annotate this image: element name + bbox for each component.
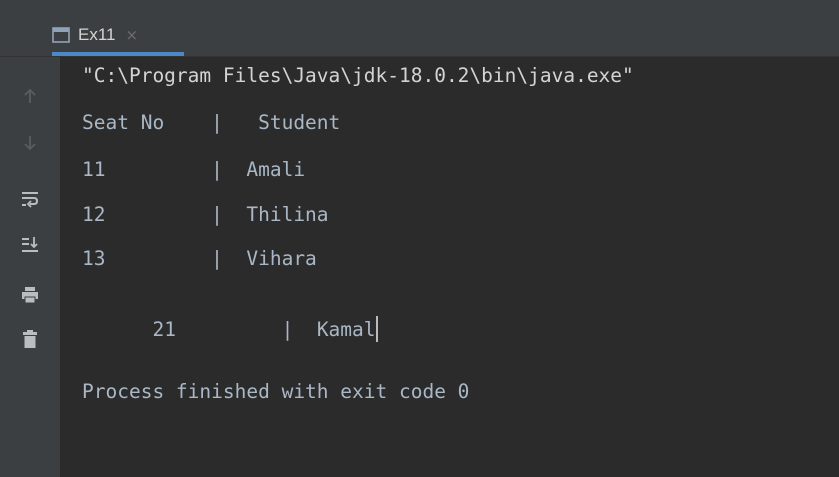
table-header: Seat No | Student <box>82 111 341 134</box>
soft-wrap-icon[interactable] <box>18 187 42 211</box>
java-command-line: "C:\Program Files\Java\jdk-18.0.2\bin\ja… <box>82 64 634 87</box>
close-icon[interactable]: × <box>126 26 139 44</box>
exit-status-line: Process finished with exit code 0 <box>82 380 470 403</box>
trash-icon[interactable] <box>18 327 42 351</box>
run-console-window: Ex11 × "C:\Program Files\Java\jdk-18.0.2… <box>0 0 839 477</box>
console-toolbar <box>0 57 60 477</box>
text-cursor <box>375 316 378 342</box>
tab-label: Ex11 <box>78 25 116 44</box>
tab-ex11[interactable]: Ex11 × <box>52 14 184 56</box>
active-tab-indicator <box>52 52 184 56</box>
console-output[interactable]: "C:\Program Files\Java\jdk-18.0.2\bin\ja… <box>60 57 839 477</box>
scroll-to-end-icon[interactable] <box>18 233 42 257</box>
table-row: 13 | Vihara <box>82 247 317 270</box>
table-row: 21 | Kamal <box>152 318 376 341</box>
arrow-up-icon[interactable] <box>18 84 42 108</box>
tab-bar: Ex11 × <box>0 0 839 57</box>
table-row-with-cursor: 21 | Kamal <box>82 290 378 369</box>
console-window-icon <box>52 27 70 43</box>
arrow-down-icon[interactable] <box>18 131 42 155</box>
table-row: 12 | Thilina <box>82 203 329 226</box>
print-icon[interactable] <box>18 283 42 307</box>
table-row: 11 | Amali <box>82 158 306 181</box>
